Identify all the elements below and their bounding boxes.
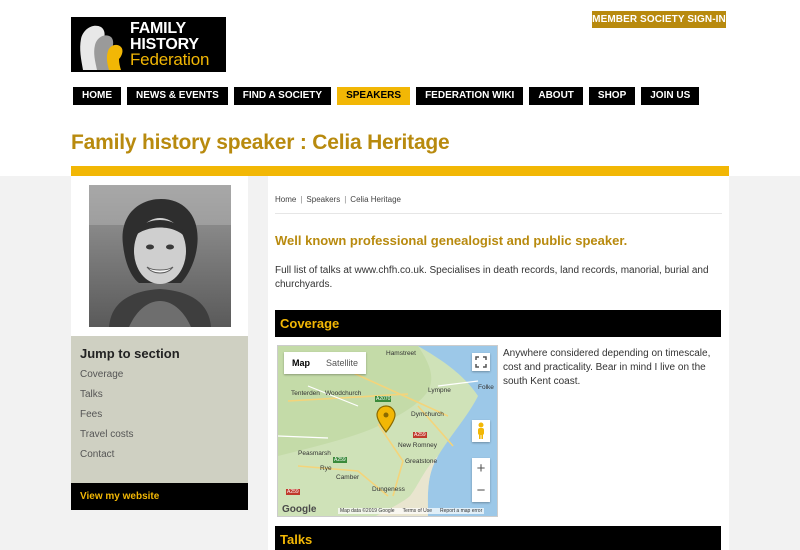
map-data-credit: Map data ©2019 Google xyxy=(340,508,395,514)
talks-heading: Talks xyxy=(275,526,721,550)
jump-to-section: Jump to section Coverage Talks Fees Trav… xyxy=(71,336,248,491)
map-place: Rye xyxy=(320,465,332,472)
breadcrumb-home[interactable]: Home xyxy=(275,195,296,204)
map-road: A2070 xyxy=(375,396,392,402)
jump-link-talks[interactable]: Talks xyxy=(80,389,239,400)
speaker-photo xyxy=(89,185,231,327)
view-website-link[interactable]: View my website xyxy=(71,483,248,510)
family-silhouettes-icon xyxy=(80,25,123,70)
zoom-in-icon[interactable]: + xyxy=(472,458,490,480)
map-place: Camber xyxy=(336,474,360,481)
jump-title: Jump to section xyxy=(80,346,180,361)
nav-speakers[interactable]: SPEAKERS xyxy=(337,87,411,105)
nav-home[interactable]: HOME xyxy=(73,87,121,105)
coverage-text: Anywhere considered depending on timesca… xyxy=(503,348,711,387)
map-road: A259 xyxy=(286,489,300,495)
map-place: Dungeness xyxy=(372,486,405,493)
speaker-photo-frame xyxy=(71,176,248,336)
coverage-map[interactable]: Hamstreet Tenterden Woodchurch Lympne Fo… xyxy=(277,345,498,517)
nav-join-us[interactable]: JOIN US xyxy=(641,87,700,105)
map-type-map[interactable]: Map xyxy=(284,352,318,374)
speaker-lead: Well known professional genealogist and … xyxy=(275,233,628,248)
google-logo: Google xyxy=(282,504,317,515)
jump-link-fees[interactable]: Fees xyxy=(80,409,239,420)
member-signin-button[interactable]: MEMBER SOCIETY SIGN-IN xyxy=(592,11,726,28)
map-place: Hamstreet xyxy=(386,350,416,357)
map-type-toggle: Map Satellite xyxy=(284,352,367,374)
street-view-pegman-icon[interactable] xyxy=(472,420,490,442)
title-divider xyxy=(71,166,729,176)
breadcrumb-divider xyxy=(275,213,722,214)
map-place: Tenterden xyxy=(291,390,320,397)
map-terms-link[interactable]: Terms of Use xyxy=(403,508,432,514)
map-place: Folke xyxy=(478,384,494,391)
coverage-heading: Coverage xyxy=(275,310,721,337)
logo-line-3: Federation xyxy=(130,50,210,69)
speaker-description: Full list of talks at www.chfh.co.uk. Sp… xyxy=(275,265,709,290)
nav-about[interactable]: ABOUT xyxy=(529,87,583,105)
map-place: Dymchurch xyxy=(411,411,444,418)
main-nav: HOME NEWS & EVENTS FIND A SOCIETY SPEAKE… xyxy=(73,87,700,105)
nav-news-events[interactable]: NEWS & EVENTS xyxy=(127,87,228,105)
fullscreen-icon[interactable] xyxy=(472,353,490,371)
breadcrumb-separator: | xyxy=(344,195,347,204)
main-content: Home | Speakers | Celia Heritage Well kn… xyxy=(268,176,729,550)
map-report-link[interactable]: Report a map error xyxy=(440,508,482,514)
logo-line-1: FAMILY xyxy=(130,20,186,37)
map-place: Peasmarsh xyxy=(298,450,331,457)
map-road: A259 xyxy=(413,432,427,438)
map-place: Greatstone xyxy=(405,458,438,465)
map-road: A259 xyxy=(333,457,347,463)
jump-link-travel-costs[interactable]: Travel costs xyxy=(80,429,239,440)
nav-shop[interactable]: SHOP xyxy=(588,87,636,105)
nav-find-a-society[interactable]: FIND A SOCIETY xyxy=(233,87,332,105)
map-place: Woodchurch xyxy=(325,390,362,397)
breadcrumb-separator: | xyxy=(300,195,303,204)
breadcrumb-speakers[interactable]: Speakers xyxy=(306,195,340,204)
page: FAMILY HISTORY Federation MEMBER SOCIETY… xyxy=(0,0,800,550)
site-logo[interactable]: FAMILY HISTORY Federation xyxy=(71,17,226,72)
map-type-satellite[interactable]: Satellite xyxy=(318,352,366,374)
map-place: New Romney xyxy=(398,442,438,449)
jump-link-contact[interactable]: Contact xyxy=(80,449,239,460)
zoom-out-icon[interactable]: − xyxy=(472,480,490,502)
map-zoom-control: + − xyxy=(472,458,490,502)
breadcrumb: Home | Speakers | Celia Heritage xyxy=(275,195,401,204)
breadcrumb-current: Celia Heritage xyxy=(350,195,401,204)
logo-text: FAMILY HISTORY Federation xyxy=(130,21,209,68)
jump-link-coverage[interactable]: Coverage xyxy=(80,369,239,380)
portrait-image xyxy=(89,185,231,327)
page-title: Family history speaker : Celia Heritage xyxy=(71,131,450,154)
nav-federation-wiki[interactable]: FEDERATION WIKI xyxy=(416,87,524,105)
map-attribution: Map data ©2019 Google Terms of Use Repor… xyxy=(338,508,485,514)
map-place: Lympne xyxy=(428,387,451,394)
